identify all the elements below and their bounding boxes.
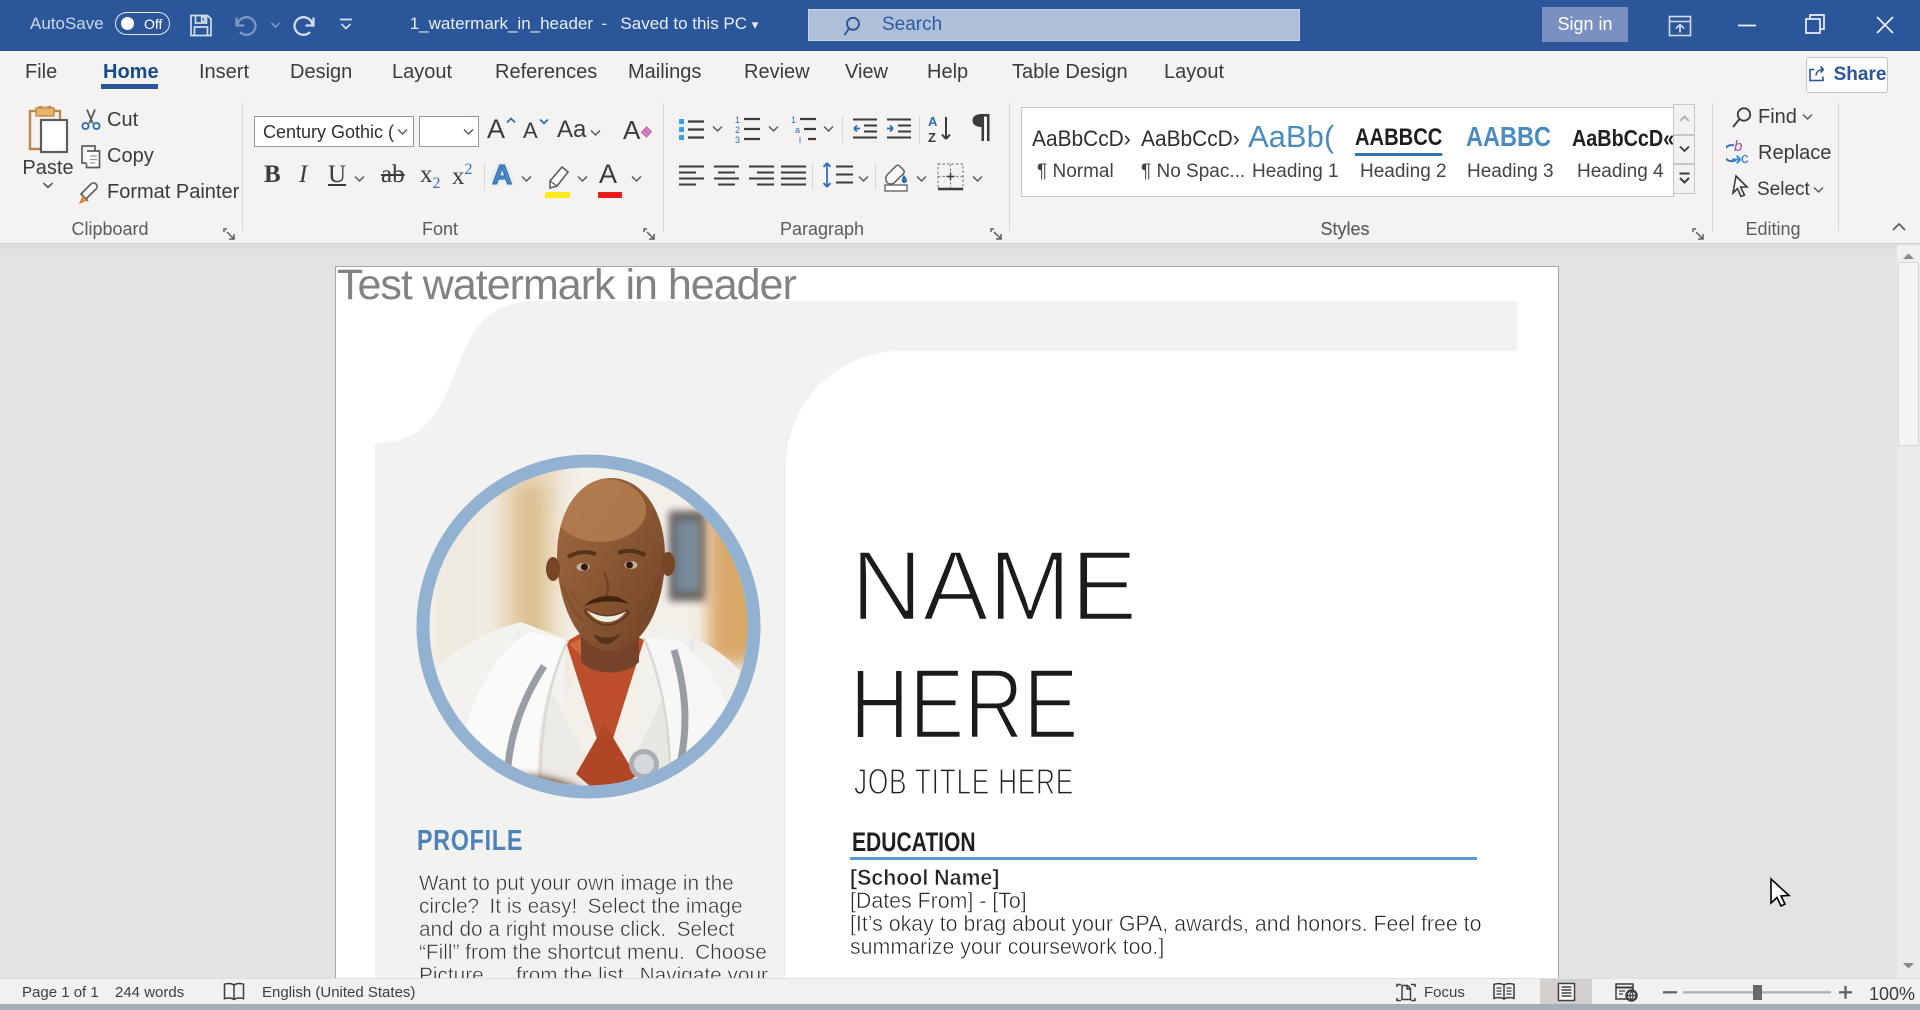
svg-text:i: i (799, 135, 801, 143)
svg-text:3: 3 (735, 135, 740, 143)
svg-text:A: A (928, 114, 938, 129)
svg-text:Z: Z (928, 130, 936, 144)
svg-text:1: 1 (791, 115, 796, 125)
svg-text:a: a (795, 125, 800, 135)
svg-text:2: 2 (735, 125, 740, 135)
svg-text:1: 1 (735, 115, 740, 125)
svg-text:c: c (1741, 150, 1749, 165)
